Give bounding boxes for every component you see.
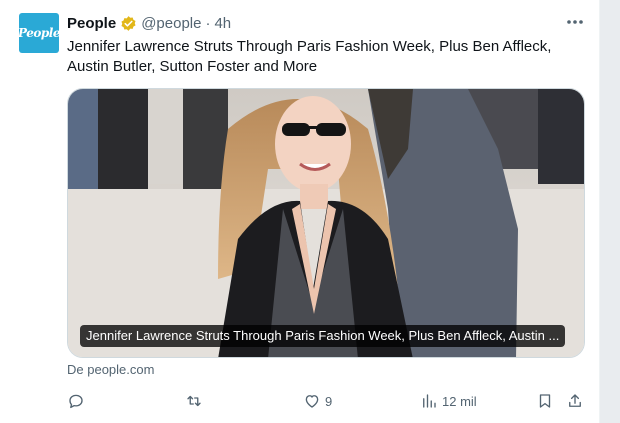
tweet-actions: 9 12 mil — [67, 390, 585, 414]
like-button[interactable]: 9 — [303, 390, 332, 412]
tweet-header: People @people · 4h — [67, 13, 231, 33]
card-source-link[interactable]: De people.com — [67, 362, 154, 377]
tweet-article[interactable]: People People @people · 4h Jennifer Lawr… — [0, 0, 600, 423]
views-count: 12 mil — [442, 393, 477, 409]
separator-dot: · — [205, 14, 211, 32]
bookmark-icon — [539, 394, 551, 408]
card-image — [68, 89, 584, 357]
share-icon — [569, 394, 581, 407]
views-button[interactable]: 12 mil — [420, 390, 477, 412]
more-options-button[interactable] — [562, 12, 588, 32]
avatar[interactable]: People — [18, 13, 60, 53]
like-count: 9 — [325, 393, 333, 409]
author-name[interactable]: People — [67, 15, 116, 32]
card-caption: Jennifer Lawrence Struts Through Paris F… — [80, 325, 566, 347]
share-button[interactable] — [566, 390, 584, 412]
retweet-icon — [187, 395, 201, 407]
tweet-timestamp[interactable]: 4h — [214, 15, 231, 32]
link-card[interactable]: Jennifer Lawrence Struts Through Paris F… — [67, 88, 585, 358]
bookmark-button[interactable] — [536, 390, 554, 412]
reply-button[interactable] — [67, 390, 89, 412]
more-icon — [567, 20, 583, 24]
tweet-text: Jennifer Lawrence Struts Through Paris F… — [67, 38, 552, 75]
retweet-button[interactable] — [185, 390, 207, 412]
verified-badge-icon[interactable] — [120, 15, 137, 32]
avatar-logo-text: People — [18, 26, 60, 40]
reply-icon — [69, 394, 83, 409]
views-icon — [423, 394, 436, 408]
author-handle[interactable]: @people — [141, 15, 201, 32]
like-icon — [305, 395, 319, 408]
